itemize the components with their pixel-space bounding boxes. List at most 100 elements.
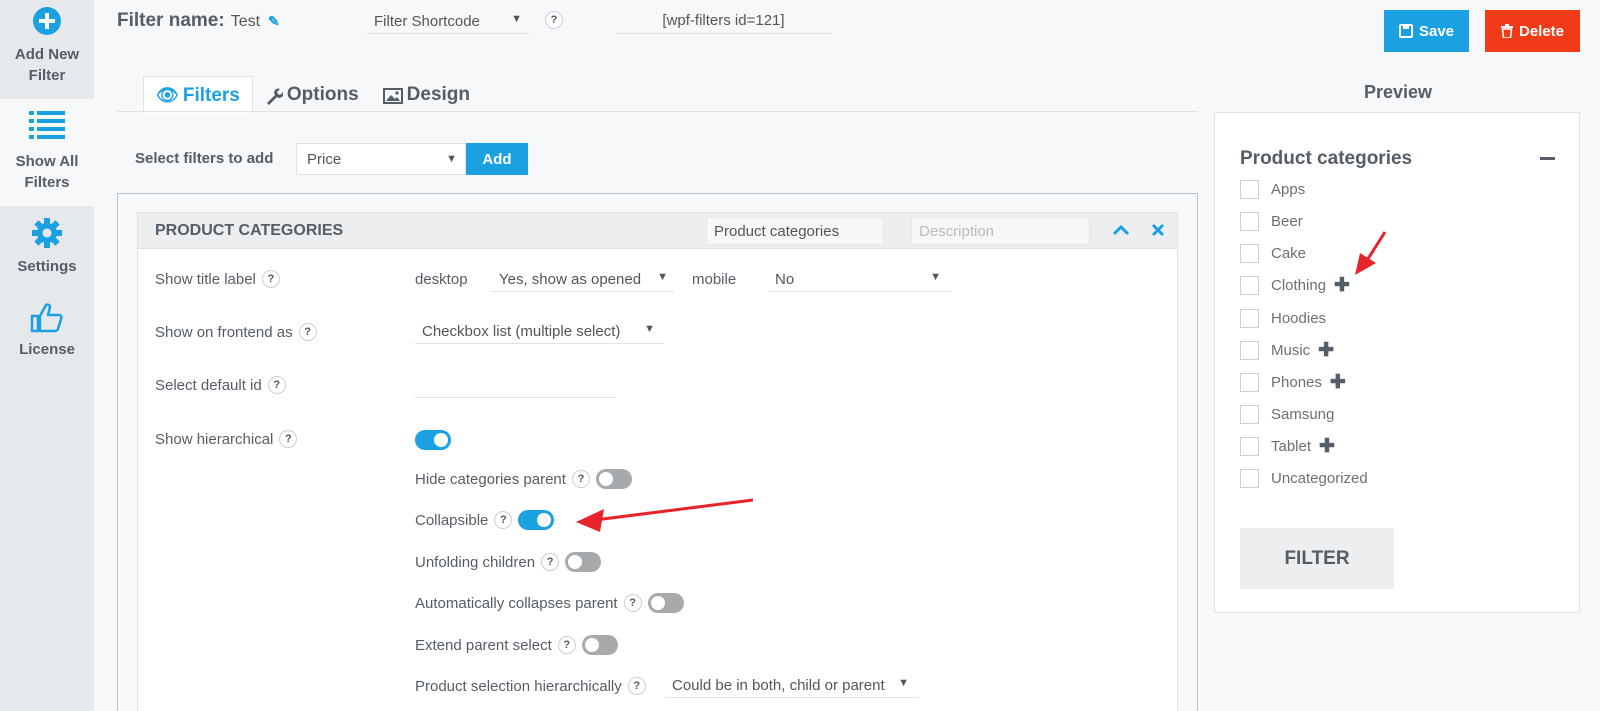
save-button[interactable]: Save (1384, 10, 1469, 52)
plus-icon[interactable]: ✚ (1334, 276, 1350, 295)
category-label: Hoodies (1271, 310, 1327, 327)
category-checkbox[interactable] (1240, 244, 1259, 263)
preview-title: Preview (1364, 82, 1433, 102)
preview-panel-title: Product categories (1240, 148, 1413, 169)
list-item: Beer (1240, 212, 1303, 231)
product-selection-hier-row: Product selection hierarchically ? (415, 677, 646, 695)
filter-description-input[interactable]: Description (911, 217, 1090, 245)
product-selection-select[interactable]: Could be in both, child or parent ▼ (665, 672, 919, 698)
close-icon[interactable] (1151, 223, 1165, 237)
tab-filters[interactable]: 👁 Filters (143, 76, 253, 113)
category-label: Phones (1271, 374, 1322, 391)
category-label: Uncategorized (1271, 470, 1368, 487)
mobile-title-value: No (775, 271, 795, 288)
help-icon[interactable]: ? (557, 636, 576, 654)
filter-block-title: PRODUCT CATEGORIES (155, 222, 344, 239)
unfolding-children-toggle[interactable] (565, 552, 602, 572)
plus-icon[interactable]: ✚ (1319, 437, 1335, 456)
sidebar-item-add-new-filter[interactable]: Add New Filter (0, 0, 94, 99)
help-icon[interactable]: ? (541, 553, 560, 571)
help-icon[interactable]: ? (571, 470, 590, 488)
chevron-down-icon: ▼ (511, 13, 522, 25)
row-label: Show on frontend as (155, 323, 293, 341)
category-label: Clothing (1271, 277, 1327, 294)
tab-bar: 👁 Filters Options Design (143, 76, 482, 113)
row-label: Show hierarchical (155, 430, 274, 448)
auto-collapses-parent-toggle[interactable] (647, 593, 684, 613)
select-default-id-row: Select default id ? (155, 376, 286, 394)
plus-icon[interactable]: ✚ (1330, 373, 1346, 392)
category-checkbox[interactable] (1240, 469, 1259, 488)
floppy-icon (1398, 24, 1413, 38)
default-id-input[interactable] (415, 385, 616, 398)
help-icon[interactable]: ? (267, 376, 286, 394)
help-icon[interactable]: ? (623, 594, 642, 612)
filter-title-input[interactable]: Product categories (706, 217, 884, 245)
sidebar-item-settings[interactable]: Settings (0, 218, 94, 288)
list-item: Music ✚ (1240, 341, 1334, 360)
save-label: Save (1418, 22, 1455, 40)
plus-circle-icon (33, 7, 61, 35)
extend-parent-select-toggle[interactable] (581, 635, 618, 655)
category-checkbox[interactable] (1240, 180, 1259, 199)
category-label: Tablet (1271, 438, 1312, 455)
tab-design[interactable]: Design (371, 76, 482, 113)
sidebar-item-license[interactable]: License (0, 303, 94, 373)
category-checkbox[interactable] (1240, 373, 1259, 392)
sidebar-item-label: Filters (24, 174, 70, 191)
list-item: Samsung (1240, 405, 1334, 424)
tab-label: Filters (182, 85, 240, 106)
chevron-down-icon: ▼ (446, 153, 457, 165)
shortcode-type-select[interactable]: Filter Shortcode ▼ (366, 8, 530, 34)
auto-collapses-parent-row: Automatically collapses parent ? (415, 593, 684, 613)
category-checkbox[interactable] (1240, 437, 1259, 456)
chevron-up-icon[interactable] (1112, 223, 1130, 237)
shortcode-field[interactable]: [wpf-filters id=121] (616, 8, 831, 34)
hide-categories-parent-row: Hide categories parent ? (415, 469, 632, 489)
list-item: Cake (1240, 244, 1306, 263)
shortcode-type-value: Filter Shortcode (374, 13, 480, 30)
add-filter-button[interactable]: Add (466, 143, 528, 175)
help-icon[interactable]: ? (298, 323, 317, 341)
filter-type-value: Price (307, 151, 342, 168)
show-hierarchical-toggle[interactable] (415, 430, 451, 450)
category-checkbox[interactable] (1240, 405, 1259, 424)
row-label: Collapsible (415, 511, 489, 529)
category-checkbox[interactable] (1240, 309, 1259, 328)
help-icon[interactable]: ? (545, 11, 563, 29)
help-icon[interactable]: ? (627, 677, 646, 695)
filter-button[interactable]: FILTER (1240, 528, 1394, 589)
collapsible-toggle[interactable] (518, 510, 555, 530)
row-label: Product selection hierarchically (415, 677, 622, 695)
category-checkbox[interactable] (1240, 212, 1259, 231)
plus-icon[interactable]: ✚ (1318, 341, 1334, 360)
gear-icon (32, 218, 62, 248)
collapsible-row: Collapsible ? (415, 510, 555, 530)
category-label: Cake (1271, 245, 1307, 262)
hide-categories-parent-toggle[interactable] (595, 469, 632, 489)
help-icon[interactable]: ? (261, 270, 280, 288)
pencil-icon[interactable]: ✎ (268, 13, 280, 30)
frontend-type-value: Checkbox list (multiple select) (422, 323, 621, 340)
chevron-down-icon: ▼ (644, 323, 655, 335)
desktop-title-select[interactable]: Yes, show as opened ▼ (492, 266, 674, 292)
minus-icon[interactable] (1540, 157, 1555, 160)
category-checkbox[interactable] (1240, 276, 1259, 295)
delete-button[interactable]: Delete (1485, 10, 1580, 52)
category-checkbox[interactable] (1240, 341, 1259, 360)
extend-parent-select-row: Extend parent select ? (415, 635, 618, 655)
filter-name-value[interactable]: Test (231, 13, 260, 31)
filter-type-select[interactable]: Price ▼ (296, 143, 466, 175)
eye-icon: 👁 (156, 85, 179, 105)
row-label: Show title label (155, 270, 256, 288)
mobile-title-select[interactable]: No ▼ (768, 266, 951, 292)
delete-label: Delete (1518, 22, 1565, 40)
show-on-frontend-row: Show on frontend as ? (155, 323, 317, 341)
tab-label: Design (406, 84, 471, 105)
list-item: Phones ✚ (1240, 373, 1346, 392)
frontend-type-select[interactable]: Checkbox list (multiple select) ▼ (415, 318, 663, 344)
help-icon[interactable]: ? (279, 430, 298, 448)
tab-options[interactable]: Options (253, 76, 371, 113)
help-icon[interactable]: ? (494, 511, 513, 529)
sidebar-item-show-all-filters[interactable]: Show All Filters (0, 99, 94, 206)
